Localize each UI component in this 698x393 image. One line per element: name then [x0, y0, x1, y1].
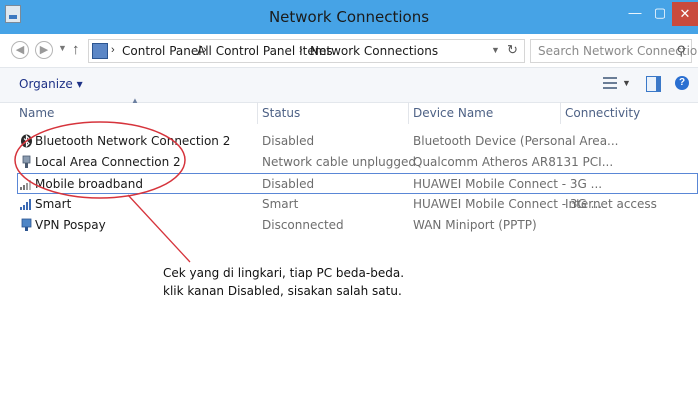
ethernet-icon	[22, 155, 31, 168]
connection-row-mobile-broadband[interactable]: Mobile broadband Disabled HUAWEI Mobile …	[17, 173, 698, 194]
search-input[interactable]: Search Network Connections ⚲	[530, 39, 698, 63]
close-button[interactable]: ✕	[672, 2, 698, 26]
bluetooth-icon	[21, 134, 32, 148]
control-panel-icon	[92, 43, 108, 59]
help-icon[interactable]: ?	[675, 76, 689, 90]
connection-name: Smart	[35, 197, 72, 211]
sort-ascending-icon: ▲	[131, 96, 139, 105]
refresh-icon[interactable]: ↻	[507, 42, 518, 58]
column-header-connectivity[interactable]: Connectivity	[565, 106, 640, 120]
command-toolbar: Organize ▾ ▼ ?	[0, 67, 698, 103]
connection-name: Local Area Connection 2	[35, 155, 181, 169]
connection-name: Mobile broadband	[35, 177, 143, 191]
chevron-right-icon[interactable]: ›	[111, 44, 115, 56]
search-placeholder: Search Network Connections	[538, 44, 698, 58]
connection-status: Disabled	[262, 134, 315, 148]
signal-bars-icon	[20, 180, 31, 190]
connection-status: Disabled	[262, 177, 315, 191]
breadcrumb-control-panel[interactable]: Control Panel	[122, 44, 202, 58]
address-dropdown-icon[interactable]: ▼	[491, 45, 500, 55]
connection-status: Network cable unplugged	[262, 155, 417, 169]
chevron-right-icon[interactable]: ›	[299, 44, 303, 56]
annotation-note: Cek yang di lingkari, tiap PC beda-beda.…	[163, 264, 404, 300]
search-icon[interactable]: ⚲	[676, 43, 686, 59]
window-title: Network Connections	[268, 8, 430, 26]
column-header-status[interactable]: Status	[262, 106, 300, 120]
title-bar: Network Connections — ▢ ✕	[0, 0, 698, 34]
column-header-name[interactable]: Name	[19, 106, 54, 120]
minimize-button[interactable]: —	[625, 5, 645, 21]
device-name: HUAWEI Mobile Connect - 3G ...	[413, 177, 603, 191]
view-options-icon[interactable]	[603, 77, 617, 90]
device-name: Qualcomm Atheros AR8131 PCI...	[413, 155, 614, 169]
up-arrow-icon[interactable]: ↑	[72, 41, 80, 58]
connection-row-bluetooth[interactable]: Bluetooth Network Connection 2 Disabled …	[0, 131, 698, 152]
address-bar[interactable]: › Control Panel › All Control Panel Item…	[88, 39, 525, 63]
connection-status: Disconnected	[262, 218, 344, 232]
view-dropdown-icon[interactable]: ▼	[622, 78, 631, 88]
column-divider[interactable]	[257, 102, 258, 124]
connection-name: VPN Pospay	[35, 218, 106, 232]
recent-locations-icon[interactable]: ▼	[58, 43, 67, 53]
column-header-row: ▲ Name Status Device Name Connectivity	[0, 96, 698, 124]
connection-row-smart[interactable]: Smart Smart HUAWEI Mobile Connect - 3G .…	[0, 194, 698, 215]
maximize-button[interactable]: ▢	[650, 5, 670, 21]
connection-name: Bluetooth Network Connection 2	[35, 134, 231, 148]
column-divider[interactable]	[560, 102, 561, 124]
back-button[interactable]: ◀	[11, 41, 29, 59]
device-name: WAN Miniport (PPTP)	[413, 218, 537, 232]
vpn-icon	[21, 218, 32, 231]
annotation-line-2: klik kanan Disabled, sisakan salah satu.	[163, 284, 402, 298]
device-name: Bluetooth Device (Personal Area...	[413, 134, 619, 148]
column-divider[interactable]	[408, 102, 409, 124]
connection-row-vpn[interactable]: VPN Pospay Disconnected WAN Miniport (PP…	[0, 215, 698, 236]
connectivity: Internet access	[565, 197, 657, 211]
connection-status: Smart	[262, 197, 299, 211]
address-bar-row: ◀ ▶ ▼ ↑ › Control Panel › All Control Pa…	[0, 34, 698, 66]
annotation-line-1: Cek yang di lingkari, tiap PC beda-beda.	[163, 266, 405, 280]
breadcrumb-network-connections[interactable]: Network Connections	[310, 44, 438, 58]
organize-button[interactable]: Organize ▾	[19, 77, 83, 91]
forward-button[interactable]: ▶	[35, 41, 53, 59]
column-header-device-name[interactable]: Device Name	[413, 106, 493, 120]
preview-pane-icon[interactable]	[646, 76, 661, 92]
connection-row-local-area[interactable]: Local Area Connection 2 Network cable un…	[0, 152, 698, 173]
mobile-network-icon	[20, 199, 31, 210]
